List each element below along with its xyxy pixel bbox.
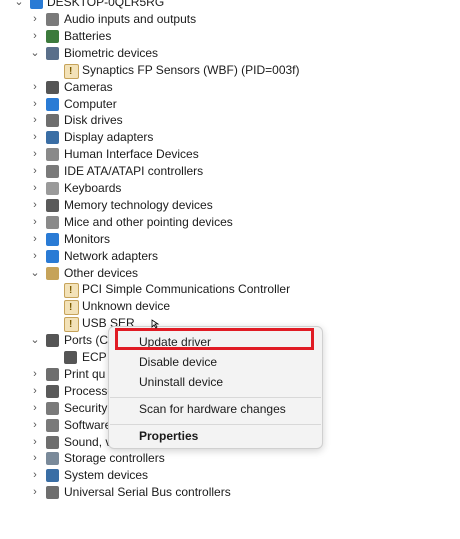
- tree-root-label: DESKTOP-0QLR5RG: [47, 0, 165, 9]
- storage-icon: [46, 452, 59, 466]
- tree-item-label: Security: [64, 400, 108, 415]
- software-icon: [46, 418, 59, 432]
- port-icon: [46, 334, 59, 348]
- chevron-right-icon[interactable]: ›: [30, 450, 40, 467]
- tree-item-label: Memory technology devices: [64, 197, 213, 212]
- tree-item-label: Print qu: [64, 366, 106, 381]
- chevron-right-icon[interactable]: ›: [30, 248, 40, 265]
- tree-item-label: Human Interface Devices: [64, 147, 199, 162]
- speaker-icon: [46, 13, 59, 26]
- chevron-down-icon[interactable]: ⌄: [30, 332, 40, 349]
- chevron-right-icon[interactable]: ›: [30, 79, 40, 96]
- computer-icon: [46, 97, 59, 111]
- disable-device-item[interactable]: Disable device: [139, 353, 217, 371]
- chevron-right-icon[interactable]: ›: [30, 163, 40, 180]
- tree-item-label: Mice and other pointing devices: [64, 214, 233, 229]
- chevron-right-icon[interactable]: ›: [30, 417, 40, 434]
- port-icon: [64, 351, 77, 364]
- chevron-right-icon[interactable]: ›: [30, 96, 40, 113]
- warning-device-icon: [64, 316, 79, 333]
- disk-icon: [46, 114, 59, 128]
- memory-icon: [46, 198, 59, 212]
- tree-item-label: Network adapters: [64, 248, 159, 263]
- tree-item-label: Biometric devices: [64, 45, 159, 60]
- keyboard-icon: [46, 182, 59, 195]
- tree-item-label: IDE ATA/ATAPI controllers: [64, 164, 204, 179]
- tree-item-label: Other devices: [64, 265, 139, 280]
- chevron-right-icon[interactable]: ›: [30, 467, 40, 484]
- chevron-right-icon[interactable]: ›: [30, 197, 40, 214]
- chevron-right-icon[interactable]: ›: [30, 214, 40, 231]
- network-icon: [46, 249, 59, 263]
- menu-separator: [110, 424, 321, 425]
- mouse-icon: [46, 215, 59, 229]
- display-adapter-icon: [46, 131, 59, 145]
- tree-item-label: Display adapters: [64, 130, 154, 145]
- other-devices-icon: [46, 266, 59, 280]
- chevron-right-icon[interactable]: ›: [30, 28, 40, 45]
- chevron-right-icon[interactable]: ›: [30, 434, 40, 451]
- usb-icon: [46, 486, 59, 500]
- highlight-box: [115, 328, 314, 350]
- tree-item-label: Cameras: [64, 79, 113, 94]
- monitor-icon: [46, 232, 59, 246]
- hid-icon: [46, 148, 59, 162]
- tree-item-label: Computer: [64, 96, 117, 111]
- warning-device-icon: [64, 282, 79, 299]
- chevron-right-icon[interactable]: ›: [30, 146, 40, 163]
- warning-device-icon: [64, 63, 79, 80]
- chevron-right-icon[interactable]: ›: [30, 180, 40, 197]
- chevron-right-icon[interactable]: ›: [30, 366, 40, 383]
- tree-item-label: System devices: [64, 468, 149, 483]
- tree-item-label: Batteries: [64, 28, 112, 43]
- chevron-right-icon[interactable]: ›: [30, 11, 40, 28]
- camera-icon: [46, 80, 59, 94]
- chevron-down-icon[interactable]: ⌄: [30, 45, 40, 62]
- tree-item-label: Keyboards: [64, 181, 122, 195]
- chevron-right-icon[interactable]: ›: [30, 129, 40, 146]
- chevron-right-icon[interactable]: ›: [30, 231, 40, 248]
- tree-item-label: Sound, v: [64, 434, 112, 449]
- sound-icon: [46, 435, 59, 449]
- tree-item-label: Unknown device: [82, 299, 171, 314]
- system-icon: [46, 469, 59, 483]
- chevron-right-icon[interactable]: ›: [30, 484, 40, 501]
- tree-item-label: Synaptics FP Sensors (WBF) (PID=003f): [82, 62, 300, 77]
- menu-separator: [110, 397, 321, 398]
- security-icon: [46, 401, 59, 415]
- processor-icon: [46, 384, 59, 398]
- tree-item-label: Storage controllers: [64, 451, 165, 466]
- tree-item-label: Monitors: [64, 231, 111, 246]
- tree-item-label: Processo: [64, 383, 115, 398]
- uninstall-device-item[interactable]: Uninstall device: [139, 373, 223, 391]
- scan-hardware-item[interactable]: Scan for hardware changes: [139, 400, 286, 418]
- chevron-down-icon[interactable]: ⌄: [14, 0, 24, 11]
- chevron-down-icon[interactable]: ⌄: [30, 265, 40, 282]
- tree-item-label: PCI Simple Communications Controller: [82, 282, 291, 297]
- computer-icon: [30, 0, 43, 9]
- tree-item-label: Disk drives: [64, 113, 123, 128]
- chevron-right-icon[interactable]: ›: [30, 112, 40, 129]
- ide-icon: [46, 165, 59, 179]
- properties-item[interactable]: Properties: [139, 427, 198, 445]
- tree-item-label: ECP: [82, 350, 107, 364]
- battery-icon: [46, 29, 59, 43]
- cursor-icon: [151, 319, 160, 329]
- tree-item-label: Audio inputs and outputs: [64, 12, 197, 26]
- tree-item-label: Universal Serial Bus controllers: [64, 485, 231, 500]
- chevron-right-icon[interactable]: ›: [30, 400, 40, 417]
- tree-item-label: Software: [64, 417, 112, 432]
- printer-icon: [46, 367, 59, 381]
- chevron-right-icon[interactable]: ›: [30, 383, 40, 400]
- tree-item-label: Ports (C: [64, 333, 109, 348]
- warning-device-icon: [64, 299, 79, 316]
- fingerprint-icon: [46, 46, 59, 60]
